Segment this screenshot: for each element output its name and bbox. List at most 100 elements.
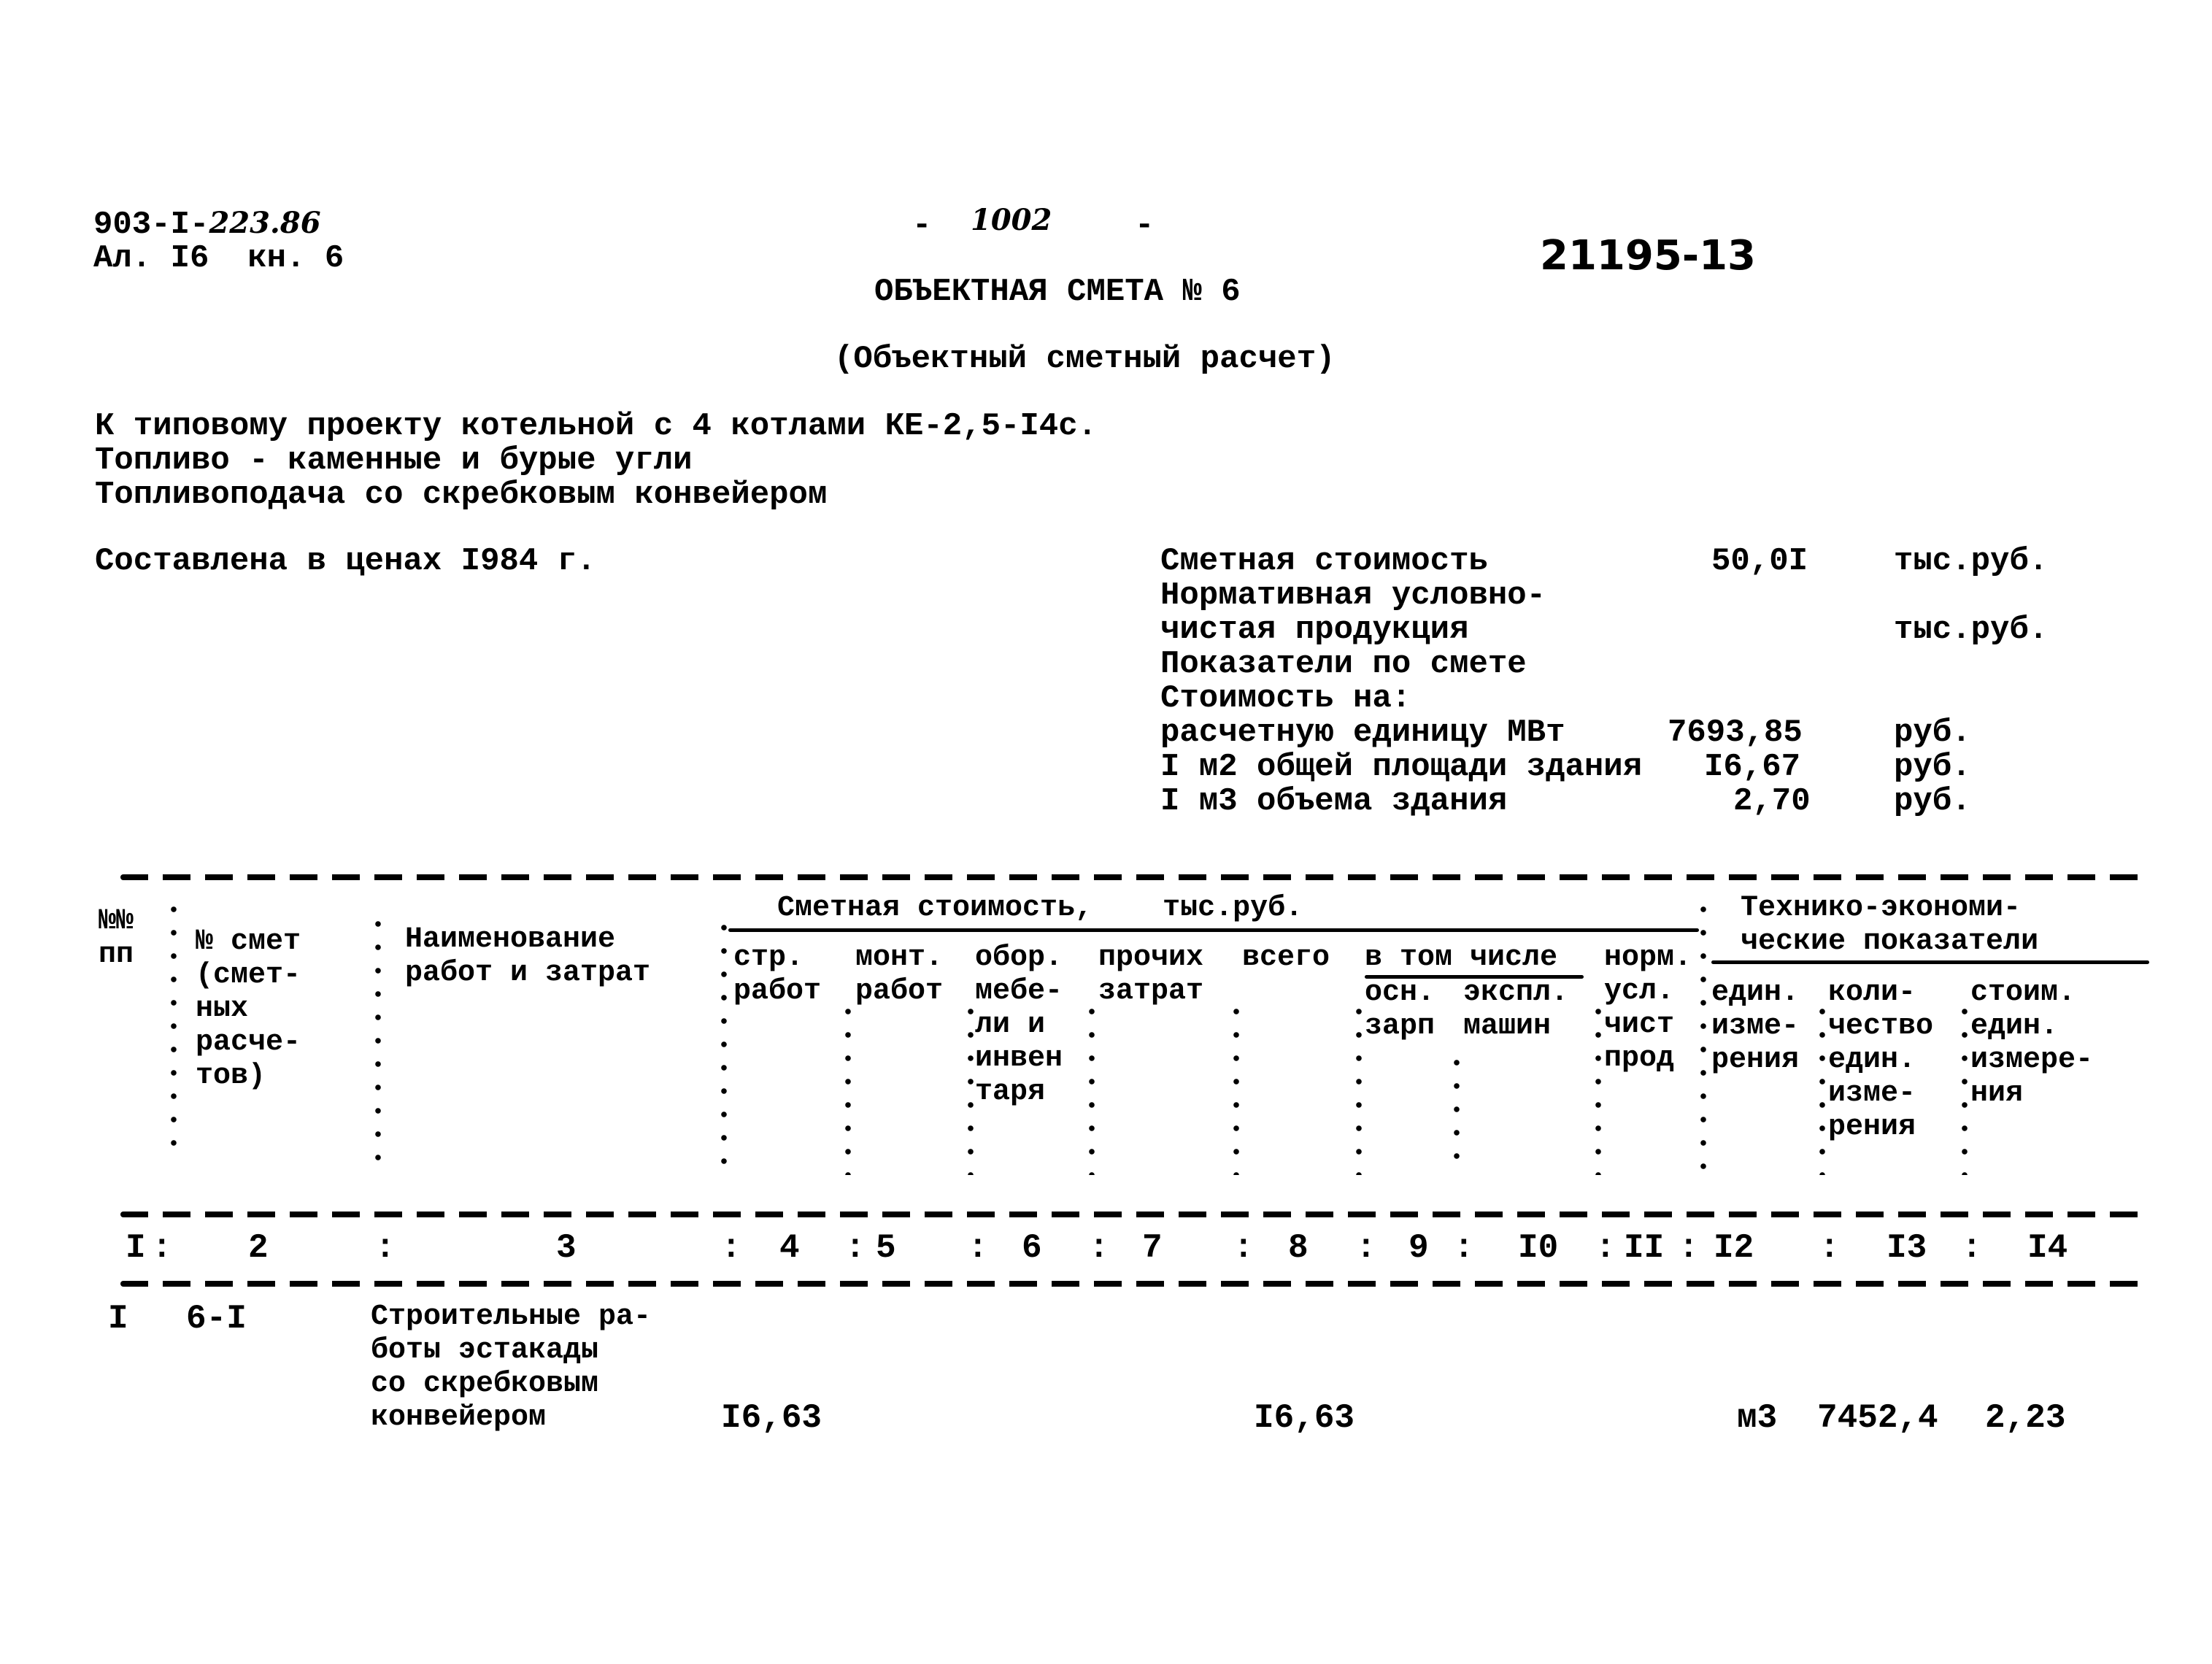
summary-label-norm-1: Нормативная условно-	[1160, 577, 1546, 614]
col-separator-colon: :	[1089, 1229, 1109, 1267]
col-number: I2	[1714, 1229, 1754, 1267]
stamp-number-handwritten: 21195-13	[1540, 232, 1756, 280]
project-line-1: К типовому проекту котельной с 4 котлами…	[95, 408, 1098, 444]
header-group-cost: Сметная стоимость, тыс.руб.	[777, 892, 1303, 925]
summary-label-m3: I м3 объема здания	[1160, 783, 1508, 820]
col-separator	[1089, 1000, 1095, 1175]
col-separator-colon: :	[1233, 1229, 1254, 1267]
col-separator-colon: :	[721, 1229, 741, 1267]
col-separator-colon: :	[968, 1229, 988, 1267]
summary-unit-norm: тыс.руб.	[1894, 612, 2049, 648]
col-separator	[721, 916, 727, 1175]
row-quantity: 7452,4	[1817, 1399, 1938, 1437]
header-col6: обор. мебе- ли и инвен таря	[975, 941, 1063, 1109]
header-col7: прочих затрат	[1098, 941, 1204, 1008]
col-separator	[1700, 898, 1706, 1175]
col-separator	[1962, 1000, 1968, 1175]
summary-label-mw: расчетную единицу МВт	[1160, 714, 1565, 751]
col-number: 6	[1022, 1229, 1042, 1267]
col-number: 5	[876, 1229, 896, 1267]
header-col14: стоим. един. измере- ния	[1970, 977, 2094, 1110]
col-number: II	[1624, 1229, 1665, 1267]
doc-code: 903-I-223.86	[93, 206, 321, 242]
col-separator	[375, 912, 381, 1175]
header-col8: всего	[1242, 941, 1330, 974]
header-group-tech: Технико-экономи- ческие показатели	[1741, 892, 2039, 958]
col-number: 4	[779, 1229, 800, 1267]
col-separator-colon: :	[375, 1229, 396, 1267]
page-dash-left: -	[912, 207, 932, 244]
doc-code-typed: 903-I-	[93, 207, 209, 243]
col-separator-colon: :	[1595, 1229, 1616, 1267]
column-numbers-bottom-rule	[120, 1281, 2149, 1287]
row-unit: м3	[1737, 1399, 1778, 1437]
header-col2: № смет (смет- ных расче- тов)	[196, 925, 301, 1093]
col-separator	[171, 898, 177, 1153]
row-unit-cost: 2,23	[1985, 1399, 2066, 1437]
page-dash-right: -	[1135, 207, 1155, 244]
col-separator	[845, 1000, 851, 1175]
col-separator-colon: :	[1962, 1229, 1982, 1267]
col-separator-colon: :	[845, 1229, 866, 1267]
doc-code-handwritten: 223.86	[209, 206, 321, 240]
header-col12: един. изме- рения	[1711, 977, 1800, 1076]
summary-unit-m2: руб.	[1894, 749, 1971, 785]
col-number: I3	[1887, 1229, 1927, 1267]
summary-label-m2: I м2 общей площади здания	[1160, 749, 1643, 785]
page-subtitle: (Объектный сметный расчет)	[834, 341, 1336, 377]
col-number: 3	[556, 1229, 577, 1267]
project-line-2: Топливо - каменные и бурые угли	[95, 442, 693, 479]
col-separator	[1595, 1000, 1601, 1175]
col-number: 7	[1142, 1229, 1163, 1267]
header-group-incl: в том числе	[1365, 941, 1558, 974]
col-separator	[1454, 1051, 1460, 1175]
page-title: ОБЪЕКТНАЯ СМЕТА № 6	[874, 274, 1241, 310]
summary-label-cost: Сметная стоимость	[1160, 543, 1488, 579]
col-separator	[1233, 1000, 1239, 1175]
header-col5: монт. работ	[855, 941, 944, 1008]
col-separator	[1819, 1000, 1825, 1175]
col-number: 9	[1408, 1229, 1429, 1267]
header-col13: коли- чество един. изме- рения	[1828, 977, 1934, 1144]
row-construction-works: I6,63	[721, 1399, 822, 1437]
summary-unit-cost: тыс.руб.	[1894, 543, 2049, 579]
header-col1: №№ пп	[99, 905, 134, 971]
column-numbers-top-rule	[120, 1212, 2149, 1217]
group-cost-underline	[728, 928, 1699, 932]
col-separator-colon: :	[1819, 1229, 1840, 1267]
header-col11: норм. усл. чист прод	[1604, 941, 1692, 1075]
page-number-handwritten: 1002	[971, 203, 1052, 237]
summary-value-mw: 7693,85	[1668, 714, 1803, 751]
row-name: Строительные ра- боты эстакады со скребк…	[371, 1301, 652, 1434]
table-top-rule	[120, 874, 2149, 880]
summary-label-cost-per: Стоимость на:	[1160, 680, 1411, 717]
row-total: I6,63	[1254, 1399, 1355, 1437]
col-separator-colon: :	[152, 1229, 172, 1267]
header-col3: Наименование работ и затрат	[405, 923, 651, 990]
col-number: I	[126, 1229, 146, 1267]
summary-value-m3: 2,70	[1733, 783, 1811, 820]
row-estimate-no: 6-I	[186, 1300, 247, 1338]
project-line-3: Топливоподача со скребковым конвейером	[95, 477, 828, 513]
summary-unit-m3: руб.	[1894, 783, 1971, 820]
summary-label-norm-2: чистая продукция	[1160, 612, 1469, 648]
col-separator-colon: :	[1356, 1229, 1376, 1267]
header-col10: экспл. машин	[1463, 977, 1569, 1043]
col-separator	[968, 1000, 974, 1175]
col-separator	[1356, 1000, 1362, 1175]
group-tech-underline	[1711, 960, 2149, 964]
col-separator-colon: :	[1454, 1229, 1474, 1267]
col-separator-colon: :	[1679, 1229, 1699, 1267]
header-col9: осн. зарп	[1365, 977, 1436, 1043]
header-col4: стр. работ	[733, 941, 822, 1008]
col-number: I0	[1518, 1229, 1559, 1267]
summary-label-indicators: Показатели по смете	[1160, 646, 1527, 682]
summary-value-m2: I6,67	[1704, 749, 1801, 785]
prices-note: Составлена в ценах I984 г.	[95, 543, 596, 579]
summary-value-cost: 50,0I	[1711, 543, 1808, 579]
summary-unit-mw: руб.	[1894, 714, 1971, 751]
col-number: 2	[248, 1229, 269, 1267]
album-line: Ал. I6 кн. 6	[93, 240, 344, 277]
col-number: 8	[1288, 1229, 1309, 1267]
col-number: I4	[2027, 1229, 2068, 1267]
